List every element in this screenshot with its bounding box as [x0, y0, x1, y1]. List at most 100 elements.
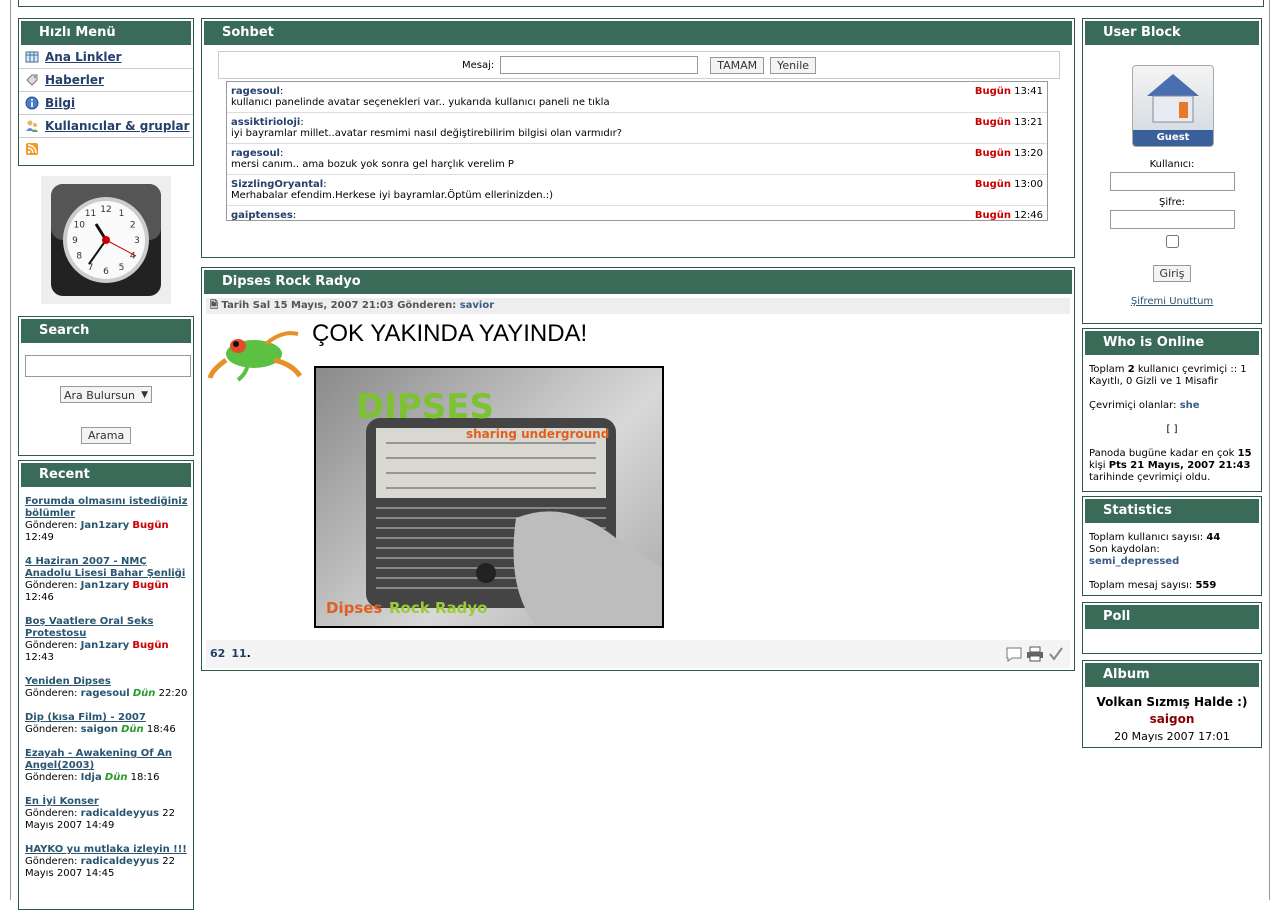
login-button[interactable]: Giriş: [1152, 265, 1192, 282]
chat-user[interactable]: SizzlingOryantal: [231, 179, 323, 190]
house-icon: [1147, 74, 1199, 123]
table-icon: [25, 51, 39, 63]
statistics-body: Toplam kullanıcı sayısı: 44 Son kaydolan…: [1083, 524, 1261, 598]
search-scope-select[interactable]: Ara Bulursun ▼: [60, 386, 152, 403]
album-user[interactable]: saigon: [1083, 711, 1261, 728]
chat-user[interactable]: assiktirioloji: [231, 117, 300, 128]
who-online-title: Who is Online: [1083, 329, 1261, 356]
search-input[interactable]: [25, 355, 191, 377]
chat-user[interactable]: ragesoul: [231, 86, 280, 97]
footer-link-1[interactable]: 62: [210, 647, 225, 660]
recent-item: 4 Haziran 2007 - NMÇ Anadolu Lisesi Baha…: [25, 556, 193, 604]
recent-user[interactable]: radicaldeyyus: [81, 856, 159, 867]
clock-number: 11: [85, 209, 96, 219]
password-input[interactable]: [1109, 210, 1235, 229]
chat-day: Bugün: [974, 148, 1011, 159]
menu-link[interactable]: Ana Linkler: [45, 46, 122, 68]
search-button[interactable]: Arama: [81, 427, 132, 444]
recent-topic-link[interactable]: Ezayah - Awakening Of An Angel(2003): [25, 748, 172, 771]
recent-topic-link[interactable]: Dip (kısa Film) - 2007: [25, 712, 146, 723]
recent-user[interactable]: ragesoul: [81, 688, 130, 699]
poll-title: Poll: [1083, 603, 1261, 630]
clock-icon: 12 1234567891011: [51, 184, 161, 296]
image-brand-1: Dipses: [326, 599, 382, 617]
recent-time: 12:49: [25, 532, 54, 543]
recent-topic-link[interactable]: HAYKO yu mutlaka izleyin !!!: [25, 844, 187, 855]
users-icon: [26, 120, 38, 132]
chat-text: mersi canım.. ama bozuk yok sonra gel ha…: [231, 159, 514, 170]
menu-item-haberler[interactable]: Haberler: [19, 69, 193, 92]
online-brackets: [ ]: [1166, 424, 1178, 435]
radio-news-title-link[interactable]: Dipses Rock Radyo: [222, 274, 361, 289]
menu-item-ana-linkler[interactable]: Ana Linkler: [19, 46, 193, 69]
recent-day: Dün: [132, 688, 156, 699]
recent-day: Dün: [104, 772, 128, 783]
recent-day: Dün: [121, 724, 144, 735]
recent-topic-link[interactable]: En İyi Konser: [25, 796, 99, 807]
recent-time: 12:46: [25, 592, 54, 603]
chat-day: Bugün: [974, 210, 1011, 221]
recent-user[interactable]: Idja: [81, 772, 102, 783]
quick-menu-panel: Hızlı Menü Ana Linkler Haberler Bilgi Ku…: [18, 18, 194, 166]
recent-item: Boş Vaatlere Oral Seks Protestosu Göndere…: [25, 616, 193, 664]
recent-user[interactable]: radicaldeyyus: [81, 808, 159, 819]
document-icon: 🗎: [210, 300, 219, 311]
rss-icon[interactable]: [25, 142, 39, 156]
recent-panel: Recent Forumda olmasını istediğiniz bölü…: [18, 460, 194, 910]
recent-topic-link[interactable]: Yeniden Dipses: [25, 676, 111, 687]
chat-day: Bugün: [974, 86, 1011, 97]
recent-item: Yeniden Dipses Gönderen: ragesoul Dün 22:…: [25, 676, 193, 700]
chat-text: kullanıcı panelinde avatar seçenekleri v…: [231, 97, 610, 108]
chat-timestamp: Bugün 13:00: [975, 179, 1043, 190]
image-logo-text: DIPSES: [356, 387, 494, 427]
menu-item-rss[interactable]: [19, 138, 193, 160]
recent-title: Recent: [19, 461, 193, 488]
recent-list: Forumda olmasını istediğiniz bölümler Gön…: [19, 488, 193, 880]
recent-topic-link[interactable]: 4 Haziran 2007 - NMÇ Anadolu Lisesi Baha…: [25, 556, 185, 579]
comment-icon[interactable]: [1006, 646, 1022, 662]
stat-last-user[interactable]: semi_depressed: [1089, 556, 1179, 567]
news-author[interactable]: savior: [460, 300, 494, 311]
forgot-password-link[interactable]: Şifremi Unuttum: [1131, 296, 1213, 307]
recent-user[interactable]: Jan1zary: [81, 640, 130, 651]
recent-by-label: Gönderen:: [25, 772, 78, 783]
chat-timestamp: Bugün 13:21: [975, 117, 1043, 128]
message-label: Mesaj:: [461, 59, 495, 71]
refresh-button[interactable]: Yenile: [770, 56, 817, 74]
stat-posts-value: 559: [1195, 580, 1217, 591]
menu-item-kullanicilar[interactable]: Kullanıcılar & gruplar: [19, 115, 193, 138]
send-button[interactable]: TAMAM: [710, 56, 765, 74]
print-icon[interactable]: [1026, 646, 1044, 662]
radio-image[interactable]: DIPSES sharing underground Dipses Rock R…: [314, 366, 664, 628]
remember-checkbox[interactable]: [1165, 235, 1179, 248]
recent-user[interactable]: saigon: [81, 724, 118, 735]
footer-link-2[interactable]: 11: [231, 647, 246, 660]
check-icon[interactable]: [1048, 646, 1064, 662]
album-photo-title[interactable]: Volkan Sızmış Halde :): [1083, 694, 1261, 711]
recent-topic-link[interactable]: Boş Vaatlere Oral Seks Protestosu: [25, 616, 153, 639]
menu-link[interactable]: Haberler: [45, 69, 104, 91]
message-input[interactable]: [500, 56, 699, 74]
recent-user[interactable]: Jan1zary: [81, 520, 130, 531]
recent-user[interactable]: Jan1zary: [81, 580, 130, 591]
search-scope-value: Ara Bulursun: [64, 389, 136, 402]
top-strip: [18, 0, 1264, 7]
chat-user[interactable]: ragesoul: [231, 148, 280, 159]
username-input[interactable]: [1109, 172, 1235, 191]
menu-item-bilgi[interactable]: Bilgi: [19, 92, 193, 115]
chat-message-list[interactable]: ragesoul: Bugün 13:41 kullanıcı panelinde …: [226, 81, 1048, 221]
clock-number: 5: [119, 263, 125, 273]
record-date: Pts 21 Mayıs, 2007 21:43: [1108, 460, 1251, 471]
recent-topic-link[interactable]: Forumda olmasını istediğiniz bölümler: [25, 496, 188, 519]
clock-number: 8: [76, 252, 82, 262]
online-total-pre: Toplam: [1089, 364, 1125, 375]
chat-user[interactable]: gaiptenses: [231, 210, 293, 220]
menu-link[interactable]: Kullanıcılar & gruplar: [45, 115, 190, 137]
quick-menu-title: Hızlı Menü: [19, 19, 193, 46]
clock-number: 9: [72, 236, 78, 246]
online-user-link[interactable]: she: [1180, 400, 1200, 411]
menu-link[interactable]: Bilgi: [45, 92, 75, 114]
recent-item: Dip (kısa Film) - 2007 Gönderen: saigon D…: [25, 712, 193, 736]
user-block-panel: User Block Guest Kullanıcı: Şifre: Giriş…: [1082, 18, 1262, 324]
chat-message: SizzlingOryantal: Bugün 13:00 Merhabalar e…: [227, 175, 1047, 206]
